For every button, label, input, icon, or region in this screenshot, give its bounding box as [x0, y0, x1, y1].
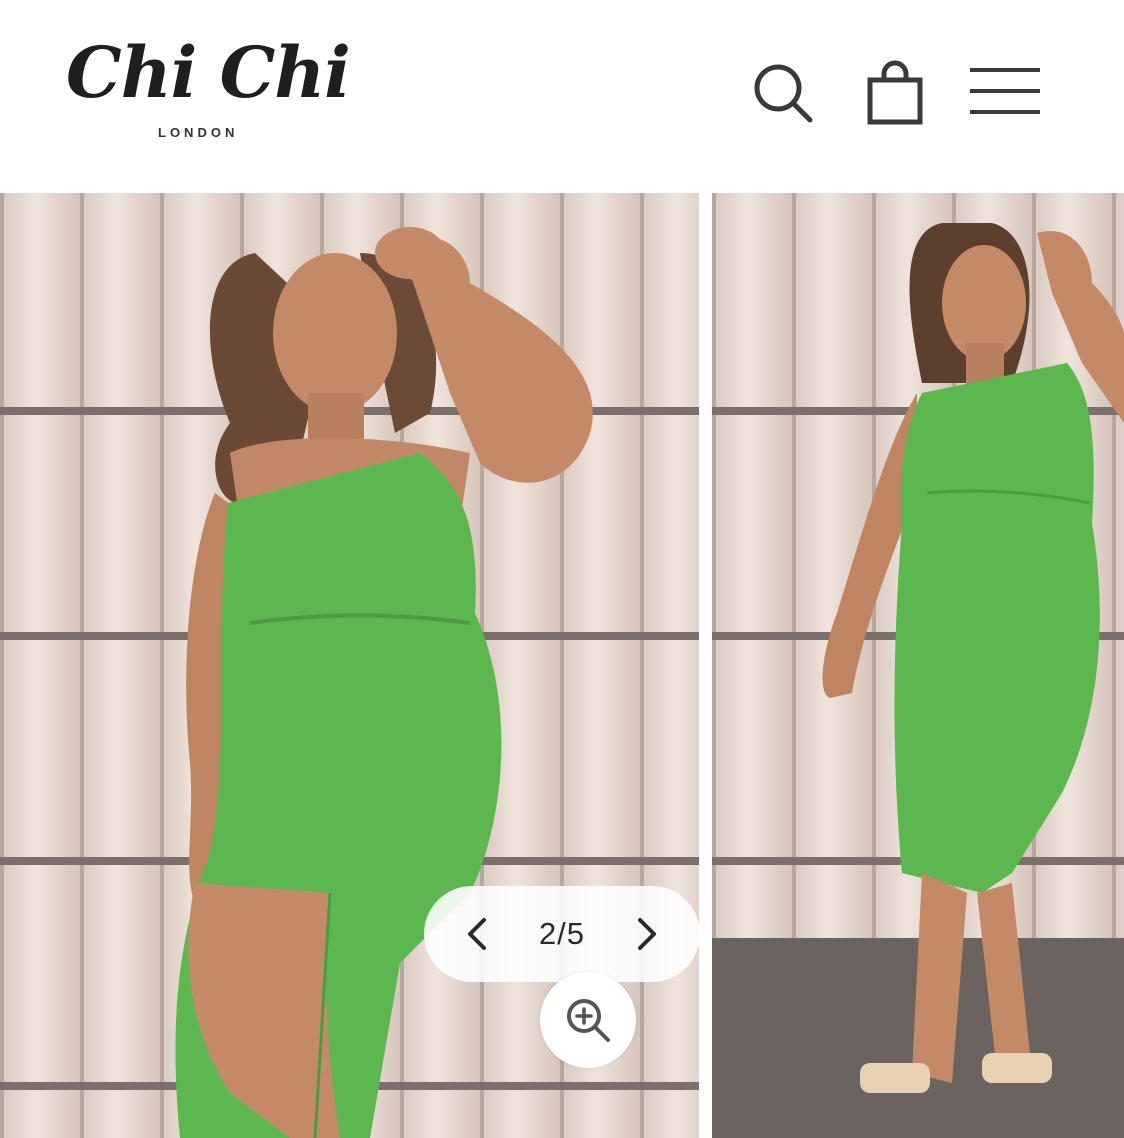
brand-name: Chi Chi — [66, 31, 351, 114]
chevron-left-icon[interactable] — [460, 914, 494, 954]
product-image-gallery[interactable]: 2/5 — [0, 193, 1124, 1138]
shopping-bag-icon[interactable] — [862, 58, 928, 128]
brand-subtitle: LONDON — [158, 125, 239, 140]
gallery-pager: 2/5 — [424, 886, 700, 982]
brand-logo[interactable]: Chi Chi LONDON — [66, 34, 356, 144]
zoom-button[interactable] — [540, 972, 636, 1068]
gallery-counter: 2/5 — [538, 916, 586, 951]
search-icon[interactable] — [748, 58, 818, 128]
zoom-in-icon — [567, 999, 610, 1042]
hamburger-menu-icon[interactable] — [966, 64, 1044, 122]
chevron-right-icon[interactable] — [630, 914, 664, 954]
site-header: Chi Chi LONDON — [0, 0, 1124, 193]
product-image-next[interactable] — [712, 193, 1124, 1138]
